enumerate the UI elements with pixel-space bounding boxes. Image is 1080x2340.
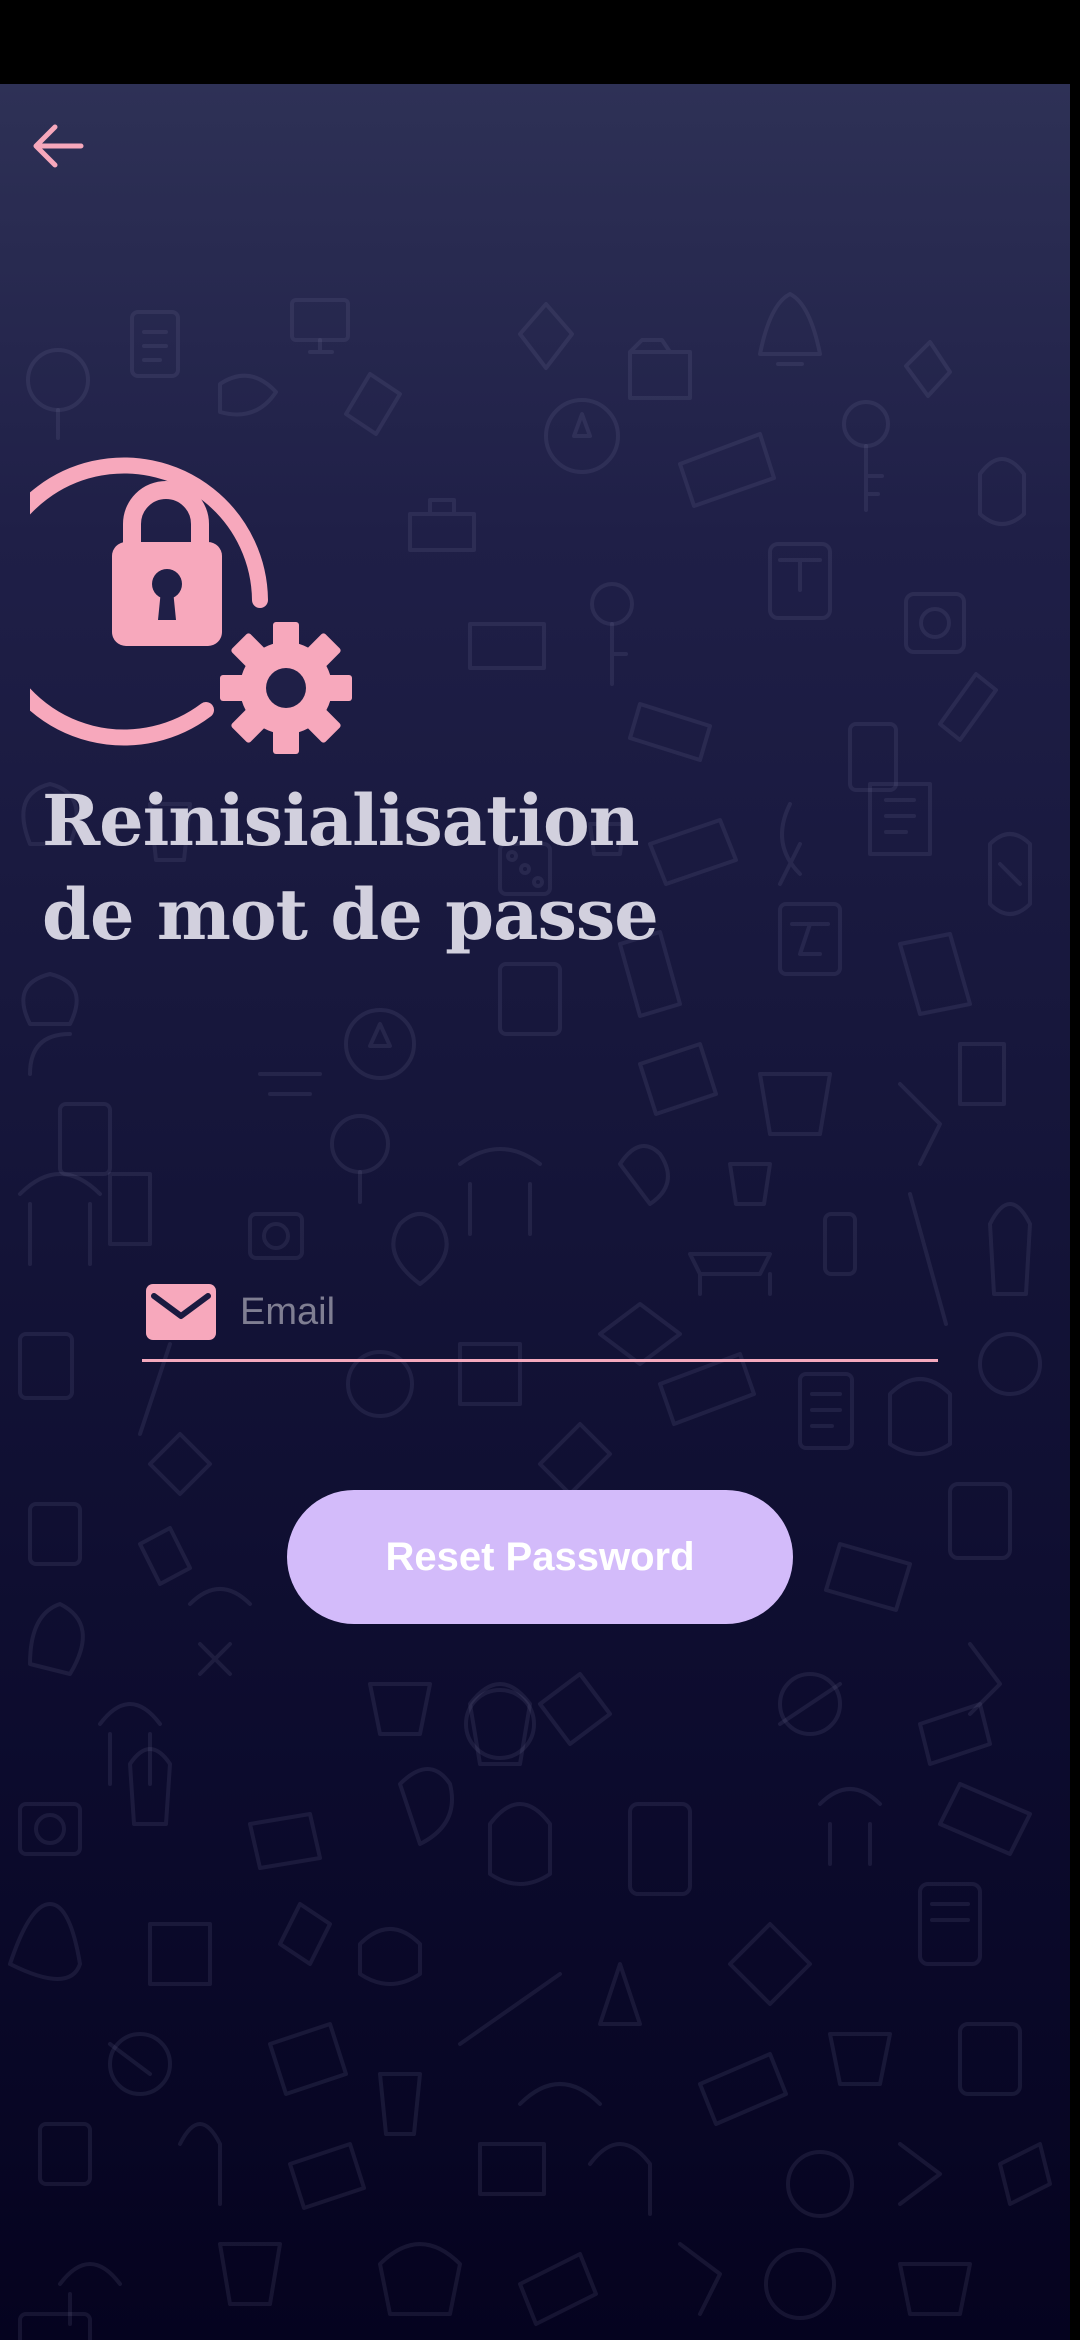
- email-field-row: [142, 1270, 938, 1362]
- page-title: Reinisialisation de mot de passe: [42, 774, 659, 962]
- email-input[interactable]: [240, 1280, 920, 1344]
- envelope-icon: [146, 1284, 216, 1340]
- reset-password-screen: Reinisialisation de mot de passe Reset P…: [0, 84, 1070, 2340]
- doodle-background-pattern: [8, 292, 1052, 2340]
- screen-edge: [1070, 84, 1080, 2340]
- status-bar: [0, 0, 1080, 84]
- arrow-left-icon: [33, 124, 84, 168]
- back-button[interactable]: [22, 110, 94, 182]
- lock-settings-icon: [30, 457, 352, 754]
- reset-password-button[interactable]: Reset Password: [287, 1490, 793, 1624]
- title-line-2: de mot de passe: [42, 873, 659, 956]
- title-line-1: Reinisialisation: [42, 779, 640, 862]
